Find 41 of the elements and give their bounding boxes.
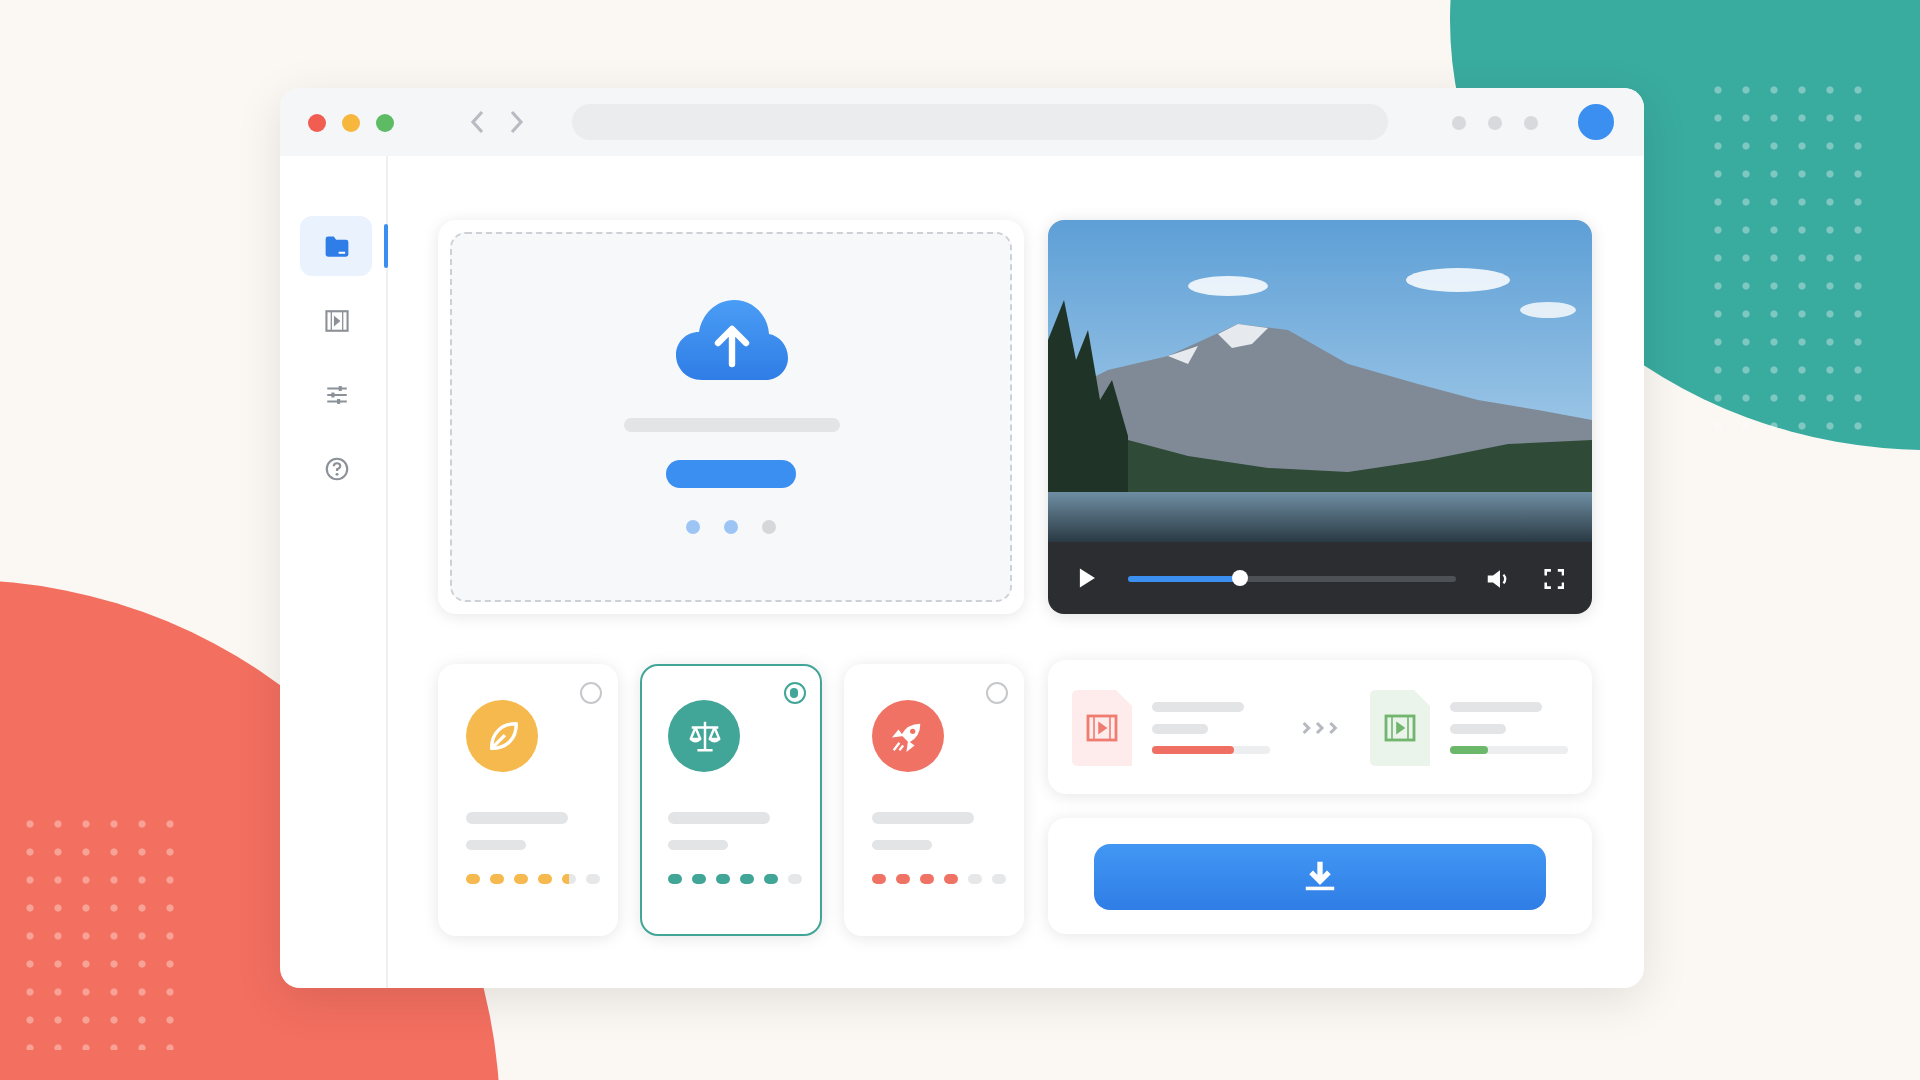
volume-icon[interactable] (1486, 567, 1512, 589)
forward-icon[interactable] (508, 110, 524, 134)
cloud-upload-icon (673, 296, 789, 384)
folder-icon (323, 233, 349, 259)
radio-button[interactable] (580, 682, 603, 704)
placeholder-line (1450, 701, 1542, 711)
minimize-button[interactable] (342, 113, 360, 131)
seek-bar[interactable] (1128, 575, 1457, 581)
scales-icon (685, 717, 724, 755)
upload-button[interactable] (666, 460, 796, 488)
preset-card[interactable] (843, 664, 1024, 936)
play-icon[interactable] (1078, 566, 1097, 590)
seek-thumb[interactable] (1232, 570, 1249, 586)
film-icon (323, 307, 349, 333)
placeholder-line (871, 840, 932, 850)
placeholder-line (668, 840, 729, 850)
active-indicator (384, 224, 388, 268)
preset-card[interactable] (640, 664, 822, 936)
placeholder-line (466, 840, 526, 850)
download-button[interactable] (1094, 843, 1546, 909)
placeholder-line (1152, 701, 1244, 711)
placeholder-line (668, 812, 771, 824)
placeholder-line (871, 812, 974, 824)
placeholder-line (1152, 723, 1208, 733)
video-file-icon (1370, 689, 1430, 765)
radio-button[interactable] (783, 682, 806, 704)
back-icon[interactable] (470, 110, 486, 134)
maximize-button[interactable] (376, 113, 394, 131)
placeholder-line (466, 812, 568, 824)
avatar[interactable] (1578, 104, 1614, 140)
sidebar-item[interactable] (300, 216, 372, 276)
video-file-icon (1072, 689, 1132, 765)
sliders-icon (323, 381, 349, 407)
chevrons-icon (1302, 719, 1342, 735)
help-icon (323, 455, 349, 481)
radio-button[interactable] (985, 682, 1008, 704)
fullscreen-icon[interactable] (1543, 567, 1564, 589)
placeholder-line (1450, 723, 1506, 733)
close-button[interactable] (308, 113, 326, 131)
download-icon (1304, 860, 1336, 892)
preset-card[interactable] (438, 664, 619, 936)
